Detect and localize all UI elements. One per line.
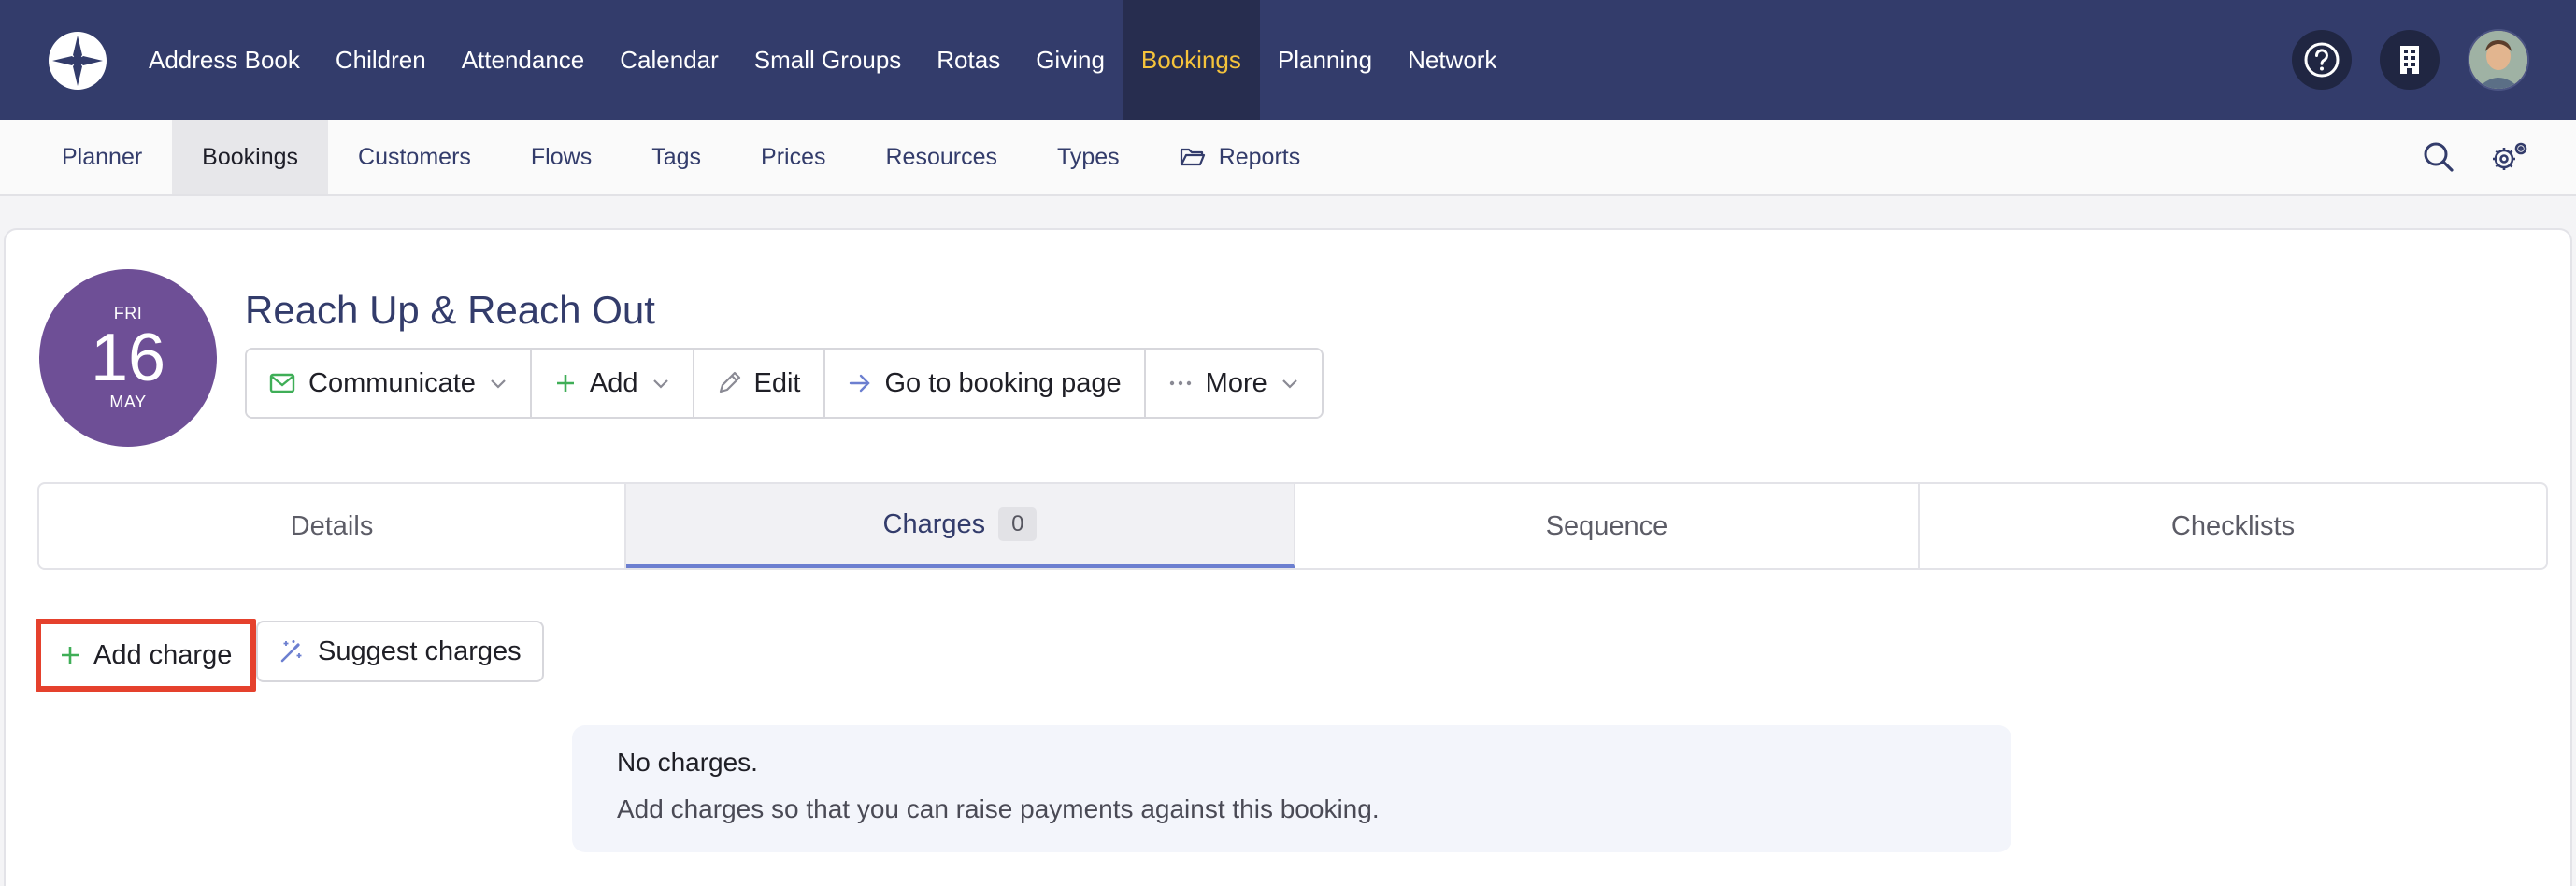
subnav-resources[interactable]: Resources xyxy=(855,120,1027,194)
add-charge-label: Add charge xyxy=(93,639,233,670)
tab-charges[interactable]: Charges 0 xyxy=(626,484,1295,568)
no-charges-message: No charges. Add charges so that you can … xyxy=(572,725,2011,852)
nav-giving[interactable]: Giving xyxy=(1018,0,1123,120)
chevron-down-icon xyxy=(491,379,506,389)
more-label: More xyxy=(1205,367,1267,398)
sub-navigation-bar: Planner Bookings Customers Flows Tags Pr… xyxy=(0,120,2576,196)
go-to-booking-page-button[interactable]: Go to booking page xyxy=(824,350,1146,417)
subnav-tags[interactable]: Tags xyxy=(622,120,731,194)
edit-label: Edit xyxy=(753,367,801,398)
nav-planning[interactable]: Planning xyxy=(1260,0,1390,120)
tab-sequence[interactable]: Sequence xyxy=(1295,484,1920,568)
subnav-types[interactable]: Types xyxy=(1027,120,1150,194)
more-button[interactable]: More xyxy=(1145,350,1322,417)
nav-children[interactable]: Children xyxy=(318,0,444,120)
chevron-down-icon xyxy=(1281,379,1297,389)
add-label: Add xyxy=(589,367,638,398)
help-button[interactable] xyxy=(2292,30,2352,90)
communicate-button[interactable]: Communicate xyxy=(247,350,532,417)
main-menu: Address Book Children Attendance Calenda… xyxy=(131,0,1514,120)
top-right-tools xyxy=(2292,0,2529,120)
nav-small-groups[interactable]: Small Groups xyxy=(737,0,920,120)
booking-action-bar: Communicate Add Edit Go to booking page … xyxy=(245,348,1324,419)
tab-details-label: Details xyxy=(290,510,374,541)
arrow-right-icon xyxy=(849,374,870,393)
nav-rotas[interactable]: Rotas xyxy=(919,0,1018,120)
tab-checklists[interactable]: Checklists xyxy=(1920,484,2546,568)
chevron-down-icon xyxy=(652,379,668,389)
plus-icon xyxy=(556,375,574,392)
communicate-label: Communicate xyxy=(308,367,476,398)
subnav-reports[interactable]: Reports xyxy=(1150,120,1331,194)
nav-network[interactable]: Network xyxy=(1390,0,1514,120)
tab-sequence-label: Sequence xyxy=(1545,510,1668,541)
tab-checklists-label: Checklists xyxy=(2170,510,2296,541)
subnav-flows[interactable]: Flows xyxy=(501,120,622,194)
subnav-customers[interactable]: Customers xyxy=(328,120,501,194)
pencil-icon xyxy=(719,371,740,393)
magic-wand-icon xyxy=(280,640,302,663)
empty-state-title: No charges. xyxy=(617,748,758,777)
building-icon xyxy=(2400,46,2419,74)
subnav-bookings[interactable]: Bookings xyxy=(172,120,329,194)
suggest-charges-label: Suggest charges xyxy=(318,636,522,666)
bookings-submenu: Planner Bookings Customers Flows Tags Pr… xyxy=(32,120,1330,194)
go-to-booking-page-label: Go to booking page xyxy=(884,367,1122,398)
subnav-reports-label: Reports xyxy=(1218,143,1301,170)
subnav-planner[interactable]: Planner xyxy=(32,120,172,194)
tab-details[interactable]: Details xyxy=(39,484,626,568)
user-avatar[interactable] xyxy=(2468,29,2529,91)
nav-attendance[interactable]: Attendance xyxy=(444,0,603,120)
envelope-icon xyxy=(269,373,295,393)
suggest-charges-button[interactable]: Suggest charges xyxy=(256,621,544,682)
nav-calendar[interactable]: Calendar xyxy=(602,0,737,120)
top-navigation-bar: Address Book Children Attendance Calenda… xyxy=(0,0,2576,120)
empty-state-text: Add charges so that you can raise paymen… xyxy=(617,794,1380,823)
date-badge: FRI 16 MAY xyxy=(39,269,217,447)
edit-button[interactable]: Edit xyxy=(694,350,825,417)
logo-icon[interactable] xyxy=(47,30,108,92)
ellipsis-icon xyxy=(1169,380,1191,386)
add-charge-button[interactable]: Add charge xyxy=(36,619,257,692)
booking-title: Reach Up & Reach Out xyxy=(245,288,655,332)
organisation-button[interactable] xyxy=(2380,30,2440,90)
nav-bookings[interactable]: Bookings xyxy=(1122,0,1260,120)
sub-right-tools xyxy=(2423,120,2529,194)
subnav-prices[interactable]: Prices xyxy=(731,120,855,194)
booking-tabs: Details Charges 0 Sequence Checklists xyxy=(37,482,2548,570)
add-button[interactable]: Add xyxy=(531,350,694,417)
booking-card: FRI 16 MAY Reach Up & Reach Out Communic… xyxy=(4,228,2572,886)
search-icon[interactable] xyxy=(2423,141,2454,173)
plus-icon xyxy=(62,647,79,664)
help-icon xyxy=(2304,42,2340,78)
charges-count-badge: 0 xyxy=(998,507,1038,541)
date-day-number: 16 xyxy=(90,321,166,395)
date-month: MAY xyxy=(109,393,147,411)
settings-gear-icon[interactable] xyxy=(2490,140,2529,174)
nav-address-book[interactable]: Address Book xyxy=(131,0,318,120)
tab-charges-label: Charges xyxy=(882,508,986,539)
folder-open-icon xyxy=(1180,148,1205,166)
